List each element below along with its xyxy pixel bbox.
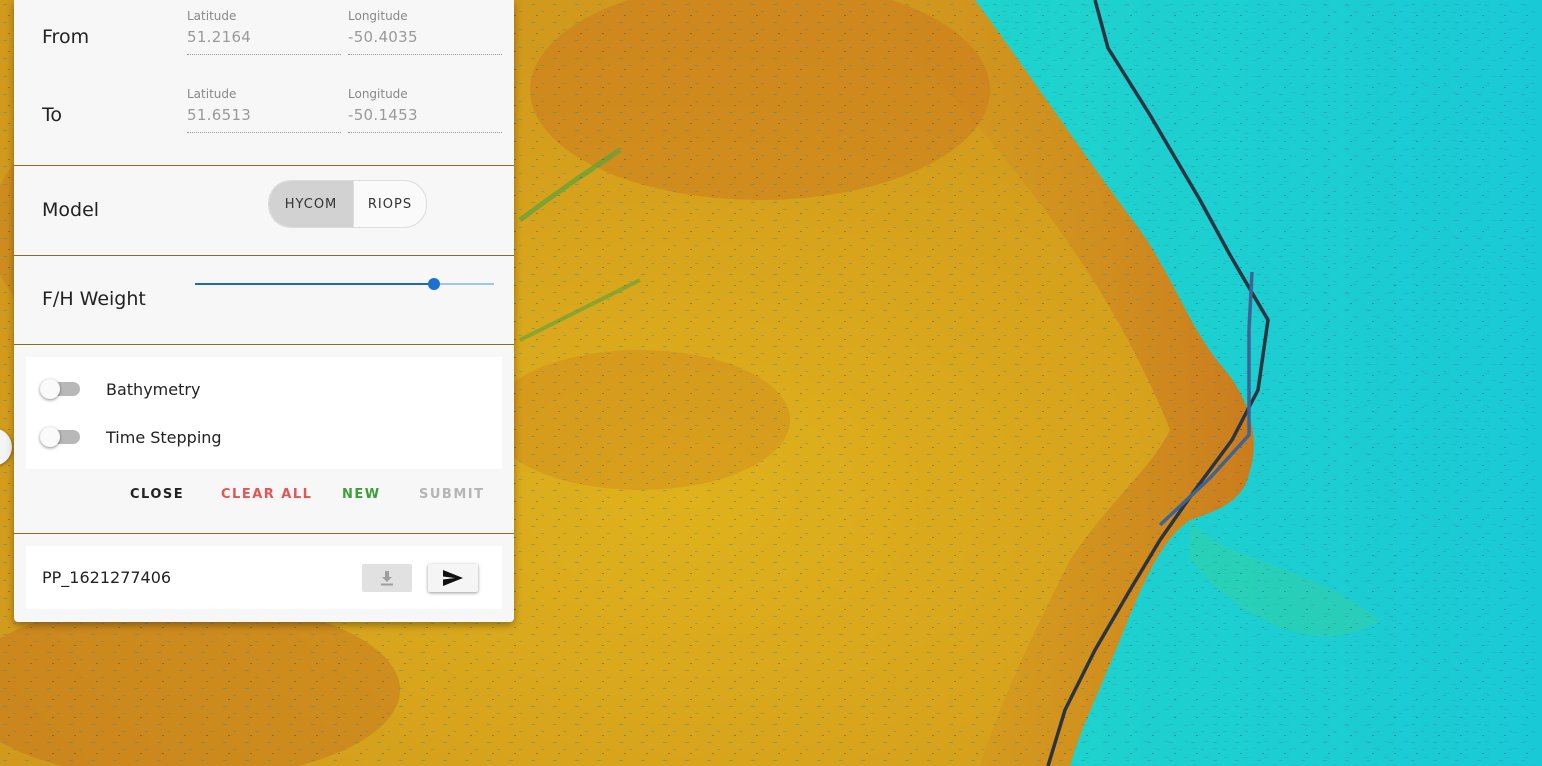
from-longitude-value[interactable]: -50.4035 [348,28,418,46]
to-longitude-label: Longitude [348,87,408,101]
model-option-riops[interactable]: RIOPS [353,181,426,227]
divider [14,165,514,166]
model-toggle-group: HYCOM RIOPS [268,180,427,228]
download-button[interactable] [362,564,412,592]
from-label: From [42,26,90,48]
divider [14,344,514,345]
from-latitude-label: Latitude [187,9,237,23]
model-option-hycom[interactable]: HYCOM [269,181,353,227]
submit-button[interactable]: SUBMIT [419,487,484,502]
new-button[interactable]: NEW [342,487,381,502]
options-card: Bathymetry Time Stepping [26,357,502,469]
from-latitude-value[interactable]: 51.2164 [187,28,251,46]
time-stepping-label: Time Stepping [106,428,222,447]
weight-slider[interactable] [195,278,494,290]
model-label: Model [42,199,100,221]
to-label: To [42,104,63,126]
download-icon [381,571,393,586]
divider [14,255,514,256]
time-stepping-switch[interactable] [40,427,80,447]
from-longitude-field[interactable]: Longitude -50.4035 [348,0,502,55]
send-icon [443,570,463,586]
close-button[interactable]: CLOSE [130,487,184,502]
weight-slider-fill [195,283,435,285]
saved-route-name: PP_1621277406 [42,568,172,587]
bathymetry-label: Bathymetry [106,380,201,399]
to-longitude-value[interactable]: -50.1453 [348,106,418,124]
switch-knob [40,427,60,447]
from-latitude-field[interactable]: Latitude 51.2164 [187,0,341,55]
to-latitude-field[interactable]: Latitude 51.6513 [187,78,341,133]
weight-label: F/H Weight [42,288,146,310]
weight-slider-thumb[interactable] [428,278,441,290]
to-longitude-field[interactable]: Longitude -50.1453 [348,78,502,133]
saved-route-card: PP_1621277406 [26,546,502,609]
clear-all-button[interactable]: CLEAR ALL [221,487,312,502]
send-button[interactable] [428,564,478,592]
to-latitude-label: Latitude [187,87,237,101]
from-longitude-label: Longitude [348,9,408,23]
bathymetry-switch[interactable] [40,379,80,399]
divider [14,533,514,534]
to-latitude-value[interactable]: 51.6513 [187,106,251,124]
route-panel: From Latitude 51.2164 Longitude -50.4035… [14,0,514,622]
switch-knob [40,379,60,399]
